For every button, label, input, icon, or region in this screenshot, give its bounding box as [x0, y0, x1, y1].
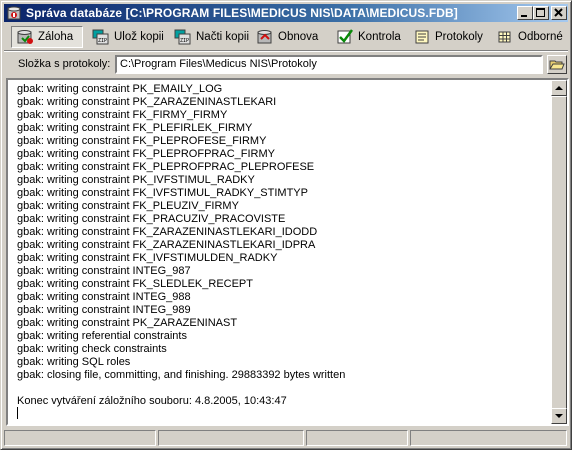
maximize-button[interactable] — [533, 6, 549, 20]
restore-button[interactable]: Obnova — [252, 26, 322, 48]
status-panel — [158, 430, 304, 446]
database-app-icon — [6, 5, 22, 21]
log-line: gbak: writing check constraints — [17, 343, 167, 355]
toolbar: Záloha ZIP Ulož kopii ZIP Načti kopii Ob… — [4, 24, 568, 51]
close-button[interactable] — [551, 6, 567, 20]
check-label: Kontrola — [358, 31, 401, 43]
log-line: Konec vytváření záložního souboru: 4.8.2… — [17, 395, 287, 407]
log-line: gbak: writing constraint FK_ZARAZENINAST… — [17, 239, 316, 251]
log-line: gbak: writing constraint FK_IVFSTIMUL_RA… — [17, 187, 308, 199]
scroll-thumb[interactable] — [551, 96, 567, 410]
log-line: gbak: closing file, committing, and fini… — [17, 369, 346, 381]
log-line: gbak: writing constraint FK_FIRMY_FIRMY — [17, 109, 228, 121]
log-folder-field[interactable]: C:\Program Files\Medicus NIS\Protokoly — [115, 55, 543, 74]
log-line: gbak: writing constraint PK_EMAILY_LOG — [17, 83, 223, 95]
grid-icon — [496, 28, 514, 46]
svg-text:ZIP: ZIP — [180, 38, 189, 44]
save-copy-icon: ZIP — [92, 28, 110, 46]
log-line: gbak: writing constraint FK_IVFSTIMULDEN… — [17, 252, 278, 264]
logs-label: Protokoly — [435, 31, 483, 43]
log-line: gbak: writing constraint PK_ZARAZENINAST — [17, 317, 238, 329]
load-copy-label: Načti kopii — [196, 31, 250, 43]
checkmark-icon — [336, 28, 354, 46]
text-caret — [17, 407, 18, 419]
backup-label: Záloha — [38, 31, 74, 43]
expert-button[interactable]: Odborné — [492, 26, 564, 48]
arrow-down-icon — [555, 414, 563, 418]
log-line: gbak: writing constraint PK_IVFSTIMUL_RA… — [17, 174, 255, 186]
arrow-up-icon — [555, 86, 563, 90]
minimize-button[interactable] — [517, 6, 533, 20]
log-text: gbak: writing constraint PK_EMAILY_LOG gb… — [17, 83, 547, 408]
scroll-up-button[interactable] — [551, 80, 567, 96]
status-panel — [306, 430, 408, 446]
log-line: gbak: writing referential constraints — [17, 330, 187, 342]
scroll-down-button[interactable] — [551, 408, 567, 424]
log-line: gbak: writing constraint FK_PLEPROFPRAC_… — [17, 161, 315, 173]
status-bar — [4, 429, 568, 447]
log-line: gbak: writing SQL roles — [17, 356, 131, 368]
save-copy-button[interactable]: ZIP Ulož kopii — [88, 26, 166, 48]
log-output[interactable]: gbak: writing constraint PK_EMAILY_LOG gb… — [6, 78, 569, 426]
log-line: gbak: writing constraint FK_PLEPROFESE_F… — [17, 135, 267, 147]
vertical-scrollbar[interactable] — [551, 80, 567, 424]
save-copy-label: Ulož kopii — [114, 31, 164, 43]
backup-button[interactable]: Záloha — [11, 26, 83, 48]
load-copy-icon: ZIP — [174, 28, 192, 46]
log-line: gbak: writing constraint FK_PLEPROFPRAC_… — [17, 148, 275, 160]
log-document-icon — [413, 28, 431, 46]
restore-label: Obnova — [278, 31, 319, 43]
log-folder-label: Složka s protokoly: — [18, 58, 111, 70]
status-panel — [4, 430, 156, 446]
check-button[interactable]: Kontrola — [332, 26, 404, 48]
maximize-icon — [536, 8, 545, 17]
restore-icon — [256, 28, 274, 46]
open-folder-icon — [549, 60, 565, 70]
load-copy-button[interactable]: ZIP Načti kopii — [170, 26, 250, 48]
log-line: gbak: writing constraint INTEG_988 — [17, 291, 191, 303]
log-folder-row: Složka s protokoly: C:\Program Files\Med… — [4, 53, 568, 77]
log-line: gbak: writing constraint FK_SLEDLEK_RECE… — [17, 278, 253, 290]
logs-button[interactable]: Protokoly — [409, 26, 487, 48]
log-line: gbak: writing constraint INTEG_987 — [17, 265, 191, 277]
browse-folder-button[interactable] — [547, 55, 567, 74]
status-panel — [410, 430, 567, 446]
window-title: Správa databáze [C:\PROGRAM FILES\MEDICU… — [26, 6, 458, 20]
log-line: gbak: writing constraint INTEG_989 — [17, 304, 191, 316]
log-line: gbak: writing constraint FK_PLEUZIV_FIRM… — [17, 200, 239, 212]
log-line: gbak: writing constraint FK_ZARAZENINAST… — [17, 226, 318, 238]
database-backup-icon — [16, 28, 34, 46]
app-window: Správa databáze [C:\PROGRAM FILES\MEDICU… — [0, 0, 572, 450]
close-icon — [554, 8, 563, 17]
log-line: gbak: writing constraint FK_PLEFIRLEK_FI… — [17, 122, 253, 134]
expert-label: Odborné — [518, 31, 563, 43]
title-bar[interactable]: Správa databáze [C:\PROGRAM FILES\MEDICU… — [4, 4, 568, 22]
svg-text:ZIP: ZIP — [98, 38, 107, 44]
log-line: gbak: writing constraint PK_ZARAZENINAST… — [17, 96, 277, 108]
minimize-icon — [521, 15, 527, 17]
log-line: gbak: writing constraint FK_PRACUZIV_PRA… — [17, 213, 286, 225]
